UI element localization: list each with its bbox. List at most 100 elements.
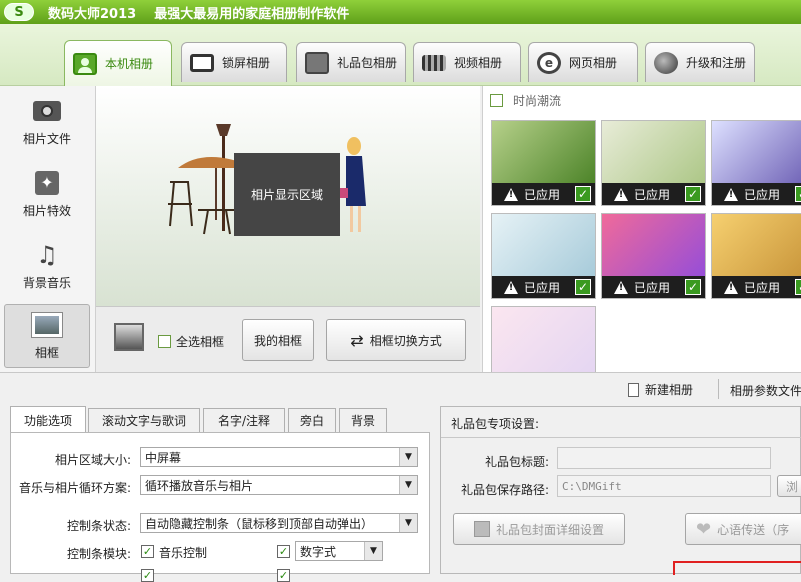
applied-checkmark-icon[interactable]: ✓: [795, 279, 801, 295]
warning-icon: [504, 280, 518, 294]
applied-label: 已应用: [524, 280, 561, 295]
theme-thumbnail[interactable]: 已应用 ✓: [711, 120, 801, 206]
theme-thumbnail[interactable]: 已应用 ✓: [601, 120, 706, 206]
main-tab-bar: 本机相册 锁屏相册 礼品包相册 视频相册 e 网页相册 升级和注册: [0, 24, 801, 86]
tab-background[interactable]: 背景: [339, 408, 387, 432]
theme-category-checkbox[interactable]: 时尚潮流: [490, 92, 561, 109]
area-size-select[interactable]: 中屏幕 ▼: [140, 447, 418, 467]
tab-gift-album[interactable]: 礼品包相册: [296, 42, 406, 82]
chevron-down-icon: ▼: [364, 542, 382, 560]
browse-label: 浏: [785, 479, 798, 494]
sidebar-item-background-music[interactable]: ♫ 背景音乐: [4, 234, 90, 298]
area-size-value: 中屏幕: [145, 450, 182, 465]
tab-local-album[interactable]: 本机相册: [64, 40, 172, 86]
gift-path-input[interactable]: C:\DMGift: [557, 475, 771, 497]
tab-label: 礼品包相册: [337, 56, 398, 70]
frame-switch-mode-button[interactable]: ⇄ 相框切换方式: [326, 319, 466, 361]
applied-checkmark-icon[interactable]: ✓: [795, 186, 801, 202]
gift-cover-label: 礼品包封面详细设置: [495, 522, 604, 537]
applied-checkmark-icon[interactable]: ✓: [575, 279, 591, 295]
loop-scheme-select[interactable]: 循环播放音乐与相片 ▼: [140, 475, 418, 495]
app-slogan: 最强大最易用的家庭相册制作软件: [154, 6, 350, 22]
theme-thumbnail[interactable]: 已应用 ✓: [491, 120, 596, 206]
control-module-label: 控制条模块:: [66, 547, 131, 561]
picture-frame-icon: [32, 312, 62, 338]
tab-web-album[interactable]: e 网页相册: [528, 42, 638, 82]
tab-label: 滚动文字与歌词: [101, 414, 186, 428]
tab-video-album[interactable]: 视频相册: [413, 42, 521, 82]
theme-category-label: 时尚潮流: [513, 94, 562, 108]
monitor-icon: [190, 53, 214, 72]
portrait-icon: [73, 52, 97, 75]
tab-upgrade-register[interactable]: 升级和注册: [645, 42, 755, 82]
tab-function-options[interactable]: 功能选项: [10, 406, 86, 433]
frame-thumbnail-icon: [114, 323, 144, 351]
gift-box-icon: [473, 521, 490, 537]
chevron-down-icon: ▼: [399, 514, 417, 532]
gift-title-label: 礼品包标题:: [484, 455, 549, 469]
theme-thumbnail[interactable]: 已应用 ✓: [491, 213, 596, 299]
new-album-button[interactable]: 新建相册: [628, 381, 693, 398]
theme-thumbnail[interactable]: 已应用 ✓: [601, 213, 706, 299]
digital-style-value: 数字式: [300, 544, 337, 559]
title-bar: S 数码大师2013 最强大最易用的家庭相册制作软件: [0, 0, 801, 24]
chevron-down-icon: ▼: [399, 448, 417, 466]
tab-label: 网页相册: [569, 56, 618, 70]
divider: [441, 437, 801, 438]
switch-arrows-icon: ⇄: [350, 330, 364, 350]
tab-label: 锁屏相册: [222, 56, 271, 70]
new-album-label: 新建相册: [645, 383, 694, 397]
applied-label: 已应用: [634, 187, 671, 202]
heart-message-label: 心语传送（序: [717, 522, 790, 537]
tab-name-notes[interactable]: 名字/注释: [203, 408, 285, 432]
heart-icon: ❤: [696, 518, 712, 540]
theme-thumbnail[interactable]: 已应用 ✓: [711, 213, 801, 299]
applied-checkmark-icon[interactable]: ✓: [685, 279, 701, 295]
chevron-down-icon: ▼: [399, 476, 417, 494]
select-all-frames-checkbox[interactable]: 全选相框: [158, 333, 224, 350]
sidebar-item-frames[interactable]: 相框: [4, 304, 90, 368]
browse-button[interactable]: 浏: [777, 475, 801, 497]
tab-lockscreen-album[interactable]: 锁屏相册: [181, 42, 287, 82]
tab-label: 旁白: [299, 414, 324, 428]
film-icon: [422, 54, 446, 71]
warning-icon: [504, 187, 518, 201]
gift-title-input[interactable]: [557, 447, 771, 469]
music-control-label: 音乐控制: [159, 546, 208, 560]
sparkle-icon: ✦: [32, 170, 62, 196]
music-control-checkbox[interactable]: ✓: [141, 545, 154, 558]
control-state-select[interactable]: 自动隐藏控制条（鼠标移到顶部自动弹出） ▼: [140, 513, 418, 533]
document-icon: [628, 382, 639, 397]
function-options-form: 相片区域大小: 中屏幕 ▼ 音乐与相片循环方案: 循环播放音乐与相片 ▼ 控制条…: [10, 432, 430, 582]
applied-label: 已应用: [634, 280, 671, 295]
loop-scheme-value: 循环播放音乐与相片: [145, 478, 254, 493]
globe-icon: [654, 51, 678, 74]
applied-badge: 已应用 ✓: [492, 183, 595, 205]
photo-display-area[interactable]: 相片显示区域: [234, 153, 340, 236]
tab-label: 功能选项: [23, 413, 72, 428]
tab-label: 名字/注释: [217, 414, 271, 428]
digital-style-select[interactable]: 数字式 ▼: [295, 541, 383, 561]
tab-scrolling-text-lyrics[interactable]: 滚动文字与歌词: [88, 408, 200, 432]
tab-narration[interactable]: 旁白: [288, 408, 336, 432]
applied-checkmark-icon[interactable]: ✓: [685, 186, 701, 202]
loop-scheme-label: 音乐与相片循环方案:: [18, 481, 131, 495]
sidebar-item-photo-files[interactable]: 相片文件: [4, 90, 90, 154]
applied-checkmark-icon[interactable]: ✓: [575, 186, 591, 202]
control-state-value: 自动隐藏控制条（鼠标移到顶部自动弹出）: [145, 516, 374, 531]
applied-label: 已应用: [744, 280, 781, 295]
sidebar-item-label: 相框: [34, 345, 59, 360]
warning-icon: [614, 187, 628, 201]
gift-icon: [305, 51, 329, 74]
heart-message-button[interactable]: ❤ 心语传送（序: [685, 513, 801, 545]
second-row-checkbox-2[interactable]: ✓: [277, 569, 290, 582]
separator: [718, 379, 719, 399]
my-frames-button[interactable]: 我的相框: [242, 319, 314, 361]
second-row-checkbox-1[interactable]: ✓: [141, 569, 154, 582]
digital-checkbox[interactable]: ✓: [277, 545, 290, 558]
applied-label: 已应用: [524, 187, 561, 202]
gift-cover-settings-button[interactable]: 礼品包封面详细设置: [453, 513, 625, 545]
album-params-button[interactable]: 相册参数文件: [730, 382, 801, 399]
sidebar-item-photo-effects[interactable]: ✦ 相片特效: [4, 162, 90, 226]
tab-label: 视频相册: [454, 56, 503, 70]
